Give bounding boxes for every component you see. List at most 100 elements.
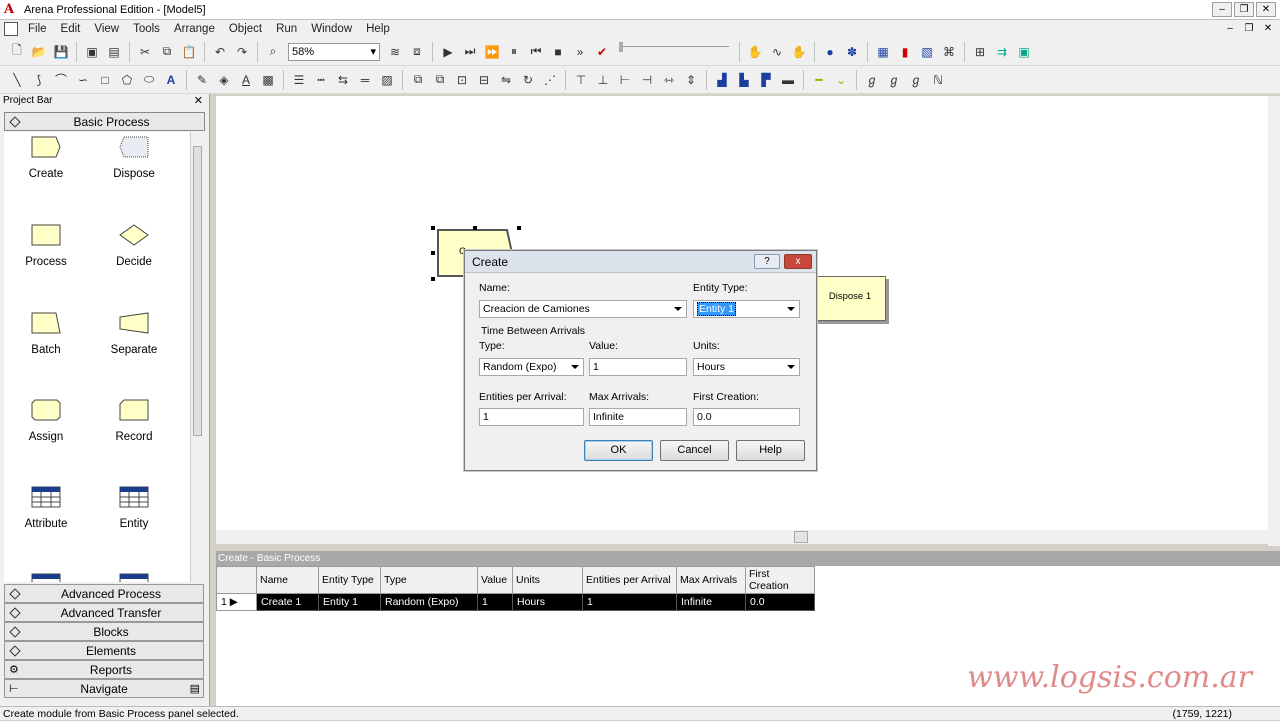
menu-tools[interactable]: Tools bbox=[126, 23, 167, 35]
panel-header-blocks[interactable]: Blocks bbox=[4, 622, 204, 641]
excel-icon[interactable]: ▦ bbox=[873, 42, 893, 62]
column-header-max-arrivals[interactable]: Max Arrivals bbox=[676, 566, 746, 594]
value-input[interactable]: 1 bbox=[589, 358, 687, 376]
zoom-select[interactable]: 58% ▾ bbox=[288, 42, 380, 61]
template-detach-icon[interactable]: ▤ bbox=[104, 42, 124, 62]
bring-to-front-icon[interactable]: ⧉ bbox=[408, 70, 428, 90]
copy-icon[interactable]: ⧉ bbox=[157, 42, 177, 62]
space-vertical-icon[interactable]: ⇕ bbox=[681, 70, 701, 90]
doc-minimize-icon[interactable]: – bbox=[1222, 22, 1238, 35]
cell-units[interactable]: Hours bbox=[512, 593, 583, 611]
cancel-button[interactable]: Cancel bbox=[660, 440, 729, 461]
align-bottom-icon[interactable]: ⊥ bbox=[593, 70, 613, 90]
align-left-icon[interactable]: ⊢ bbox=[615, 70, 635, 90]
arrange-icon[interactable]: ⊞ bbox=[970, 42, 990, 62]
polyline-icon[interactable]: ⟆ bbox=[29, 70, 49, 90]
first-creation-input[interactable]: 0.0 bbox=[693, 408, 800, 426]
panel-header-navigate[interactable]: ⊢ Navigate ▤ bbox=[4, 679, 204, 698]
line-width-icon[interactable]: ☰ bbox=[289, 70, 309, 90]
fill-pattern-icon[interactable]: ▨ bbox=[377, 70, 397, 90]
units-combobox[interactable]: Hours bbox=[693, 358, 800, 376]
fill-color-icon[interactable]: ◈ bbox=[214, 70, 234, 90]
minimize-icon[interactable]: – bbox=[1212, 2, 1232, 17]
submodel-icon[interactable]: ⧈ bbox=[407, 42, 427, 62]
stop-icon[interactable]: ■ bbox=[548, 42, 568, 62]
intersection-icon[interactable]: ⌄ bbox=[831, 70, 851, 90]
chevron-down-icon[interactable] bbox=[787, 365, 795, 369]
background-color-icon[interactable]: ▩ bbox=[258, 70, 278, 90]
column-header-first-creation[interactable]: First Creation bbox=[745, 566, 815, 594]
doc-close-icon[interactable]: ✕ bbox=[1260, 22, 1276, 35]
segment-icon[interactable]: ━ bbox=[809, 70, 829, 90]
name-combobox[interactable]: Creacion de Camiones bbox=[479, 300, 687, 318]
column-header-name[interactable]: Name bbox=[256, 566, 319, 594]
menu-help[interactable]: Help bbox=[359, 23, 397, 35]
selection-handle[interactable] bbox=[431, 277, 435, 281]
send-to-back-icon[interactable]: ⧉ bbox=[430, 70, 450, 90]
globe-icon[interactable]: ● bbox=[820, 42, 840, 62]
station-icon[interactable]: ▣ bbox=[1014, 42, 1034, 62]
module-dispose[interactable]: Dispose bbox=[94, 136, 174, 180]
help-button[interactable]: Help bbox=[736, 440, 805, 461]
module-partial-1[interactable] bbox=[6, 573, 86, 582]
canvas-dispose-module[interactable]: Dispose 1 bbox=[814, 276, 886, 321]
start-over-icon[interactable]: ⏮ bbox=[526, 42, 546, 62]
module-attribute[interactable]: Attribute bbox=[6, 486, 86, 530]
undo-icon[interactable]: ↶ bbox=[210, 42, 230, 62]
module-partial-2[interactable] bbox=[94, 573, 174, 582]
close-icon[interactable]: ✕ bbox=[194, 94, 203, 108]
module-decide[interactable]: Decide bbox=[94, 224, 174, 268]
panel-header-reports[interactable]: ⚙ Reports bbox=[4, 660, 204, 679]
help-question-icon[interactable]: ? bbox=[754, 254, 780, 269]
menu-arrange[interactable]: Arrange bbox=[167, 23, 222, 35]
statistics-icon[interactable]: ✽ bbox=[842, 42, 862, 62]
save-icon[interactable]: 💾 bbox=[51, 42, 71, 62]
ungroup-icon[interactable]: ⊟ bbox=[474, 70, 494, 90]
chart-icon[interactable]: ▮ bbox=[895, 42, 915, 62]
menu-run[interactable]: Run bbox=[269, 23, 304, 35]
rectangle-icon[interactable]: □ bbox=[95, 70, 115, 90]
layers-icon[interactable]: ≋ bbox=[385, 42, 405, 62]
menu-edit[interactable]: Edit bbox=[54, 23, 88, 35]
menu-object[interactable]: Object bbox=[222, 23, 269, 35]
panel-header-advanced-process[interactable]: Advanced Process bbox=[4, 584, 204, 603]
row-number[interactable]: 1 ▶ bbox=[216, 593, 257, 611]
panel-scrollbar[interactable] bbox=[190, 132, 204, 582]
chevron-down-icon[interactable] bbox=[674, 307, 682, 311]
batch-run-icon[interactable]: » bbox=[570, 42, 590, 62]
column-header-entity-type[interactable]: Entity Type bbox=[318, 566, 381, 594]
redo-icon[interactable]: ↷ bbox=[232, 42, 252, 62]
cell-name[interactable]: Create 1 bbox=[256, 593, 319, 611]
queue-icon[interactable]: ▙ bbox=[734, 70, 754, 90]
fast-forward-icon[interactable]: ⏩ bbox=[482, 42, 502, 62]
route-icon[interactable]: ⇉ bbox=[992, 42, 1012, 62]
table-row[interactable]: 1 ▶ Create 1 Entity 1 Random (Expo) 1 Ho… bbox=[216, 593, 815, 611]
module-assign[interactable]: Assign bbox=[6, 399, 86, 443]
network-icon[interactable]: ℊ bbox=[862, 70, 882, 90]
line-icon[interactable]: ╲ bbox=[7, 70, 27, 90]
cell-entity-type[interactable]: Entity 1 bbox=[318, 593, 381, 611]
bezier-icon[interactable]: ∽ bbox=[73, 70, 93, 90]
flip-icon[interactable]: ⇋ bbox=[496, 70, 516, 90]
paste-icon[interactable]: 📋 bbox=[179, 42, 199, 62]
panel-header-basic-process[interactable]: Basic Process bbox=[4, 112, 205, 131]
panel-header-advanced-transfer[interactable]: Advanced Transfer bbox=[4, 603, 204, 622]
menu-view[interactable]: View bbox=[87, 23, 126, 35]
document-icon[interactable] bbox=[4, 22, 18, 36]
report-icon[interactable]: ▧ bbox=[917, 42, 937, 62]
column-header-type[interactable]: Type bbox=[380, 566, 478, 594]
rotate-icon[interactable]: ↻ bbox=[518, 70, 538, 90]
module-process[interactable]: Process bbox=[6, 224, 86, 268]
group-icon[interactable]: ⊡ bbox=[452, 70, 472, 90]
column-header-value[interactable]: Value bbox=[477, 566, 513, 594]
close-icon[interactable]: x bbox=[784, 254, 812, 269]
polygon-icon[interactable]: ⬠ bbox=[117, 70, 137, 90]
hand-icon[interactable]: ✋ bbox=[745, 42, 765, 62]
module-create[interactable]: Create bbox=[6, 136, 86, 180]
module-separate[interactable]: Separate bbox=[94, 312, 174, 356]
close-icon[interactable]: ✕ bbox=[1256, 2, 1276, 17]
arc-icon[interactable]: ⌒ bbox=[51, 70, 71, 90]
text-color-icon[interactable]: A bbox=[236, 70, 256, 90]
module-entity[interactable]: Entity bbox=[94, 486, 174, 530]
selection-handle[interactable] bbox=[473, 226, 477, 230]
